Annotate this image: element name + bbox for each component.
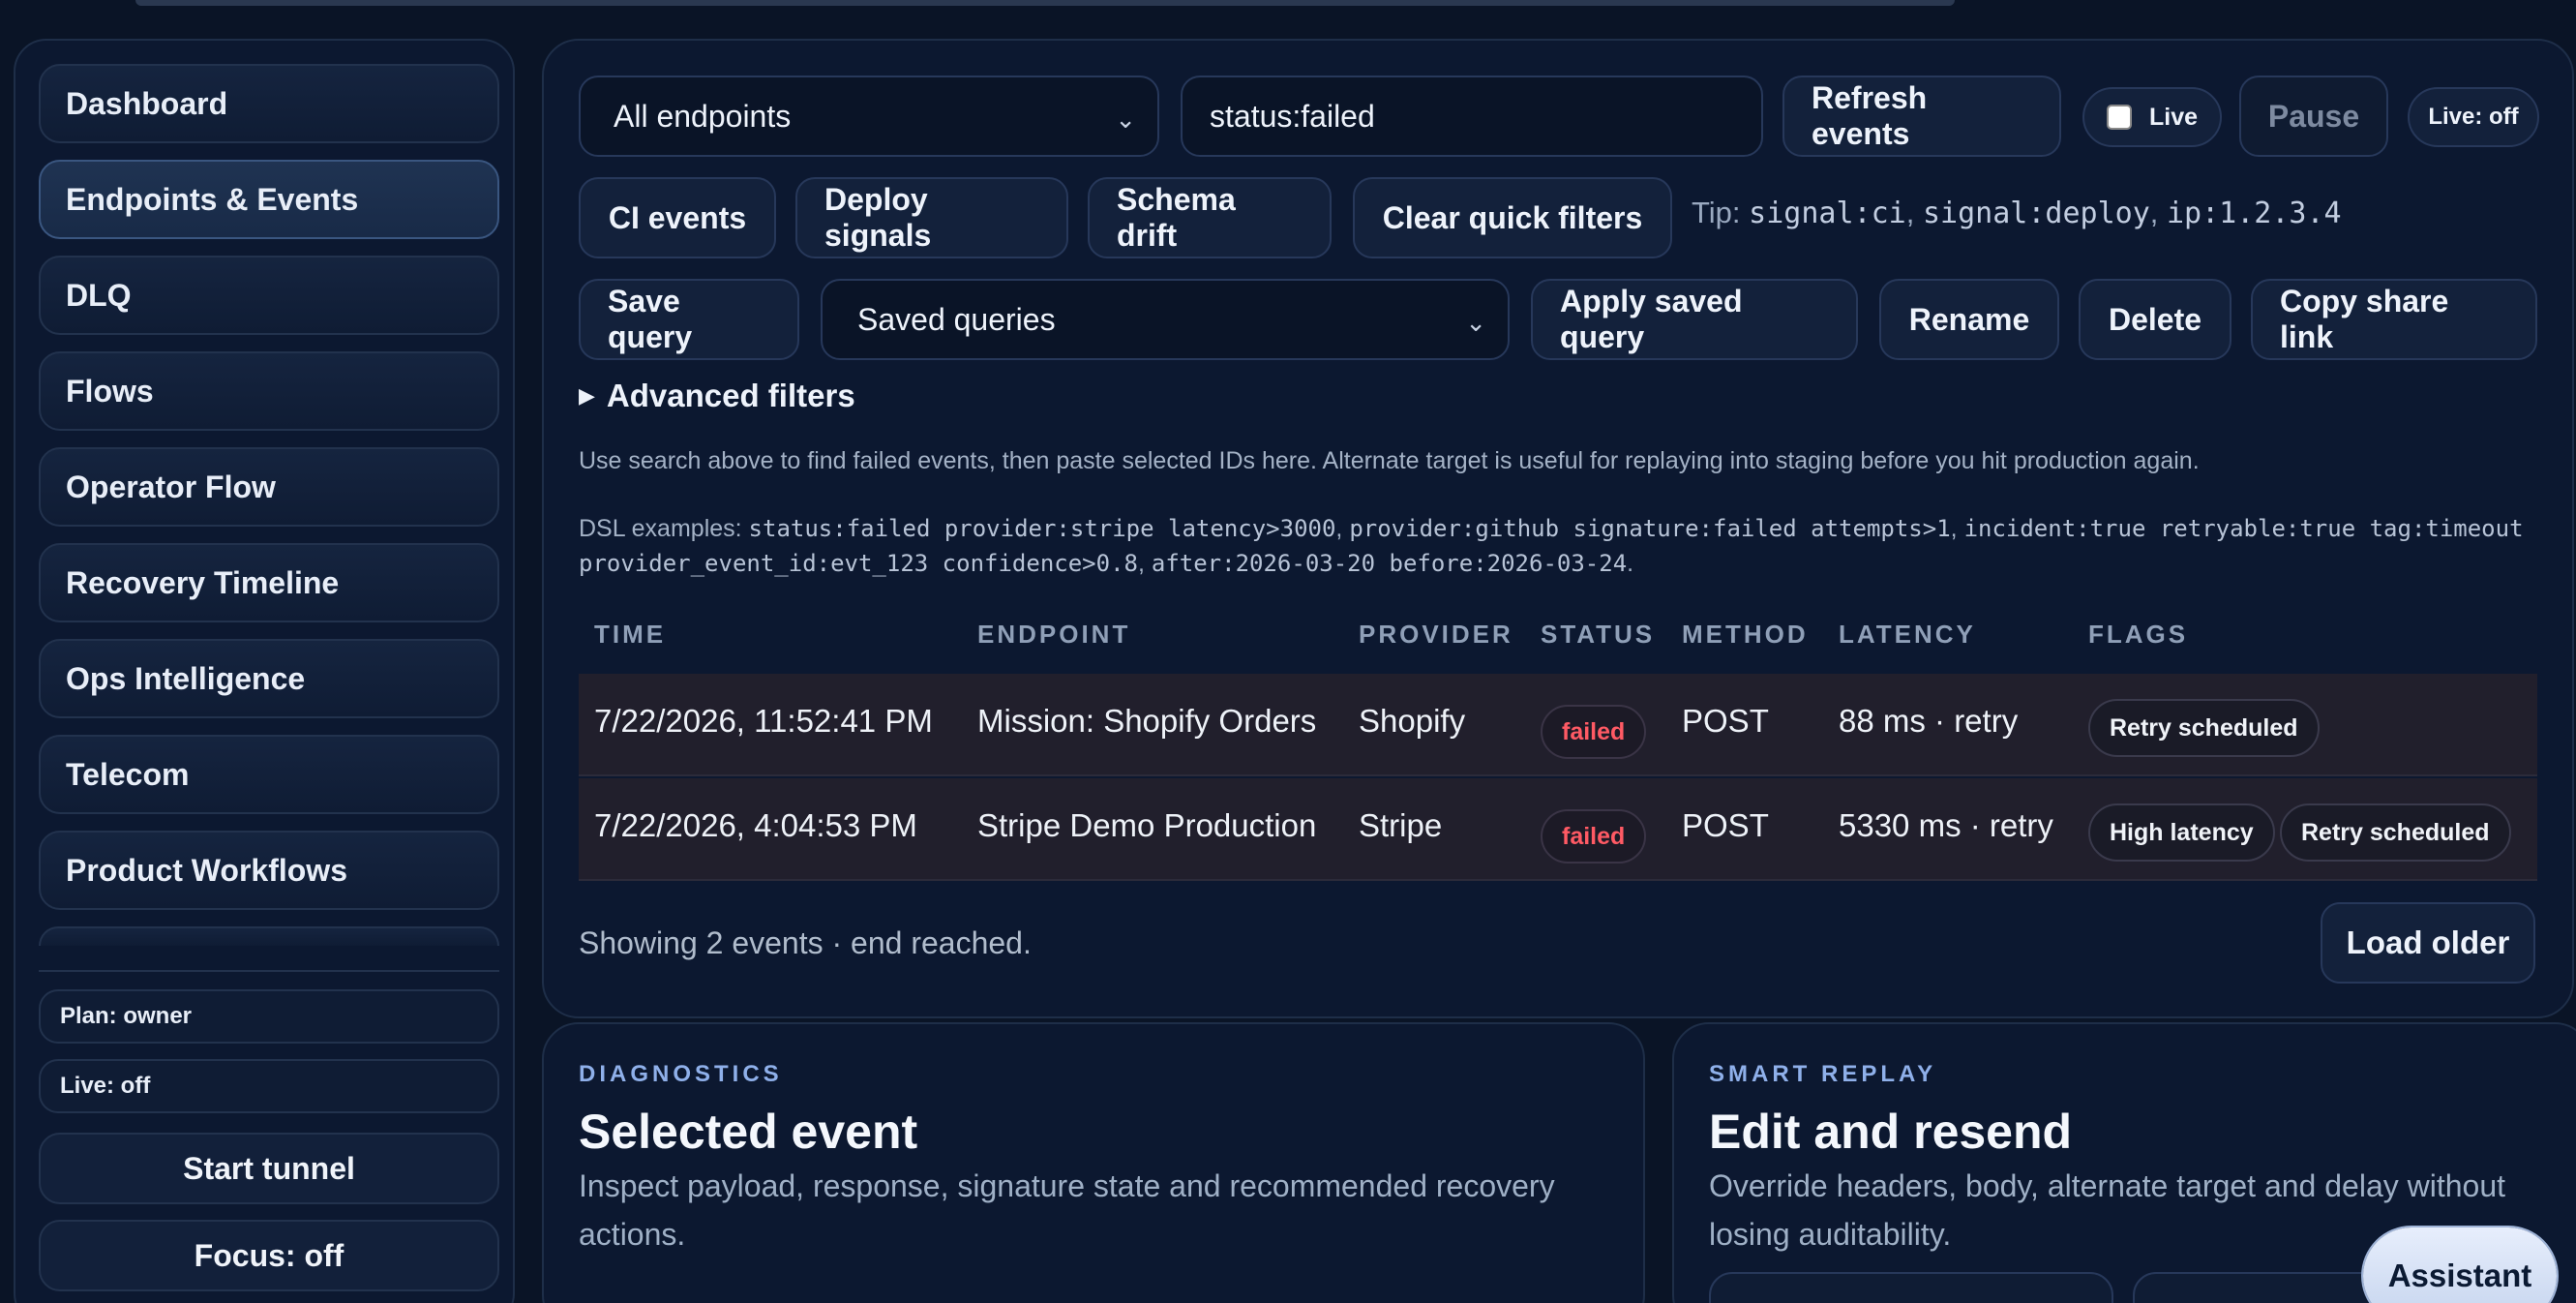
saved-queries-select[interactable]: Saved queries ⌄ bbox=[821, 279, 1510, 360]
sidebar-item-flows[interactable]: Flows bbox=[39, 351, 499, 431]
start-tunnel-button[interactable]: Start tunnel bbox=[39, 1133, 499, 1204]
clear-quick-filters-button[interactable]: Clear quick filters bbox=[1353, 177, 1672, 258]
flag-badge: Retry scheduled bbox=[2280, 803, 2511, 862]
dsl-example-2: provider:github signature:failed attempt… bbox=[1349, 515, 1951, 542]
sidebar-item-product-workflows[interactable]: Product Workflows bbox=[39, 831, 499, 910]
events-count-text: Showing 2 events · end reached. bbox=[579, 925, 1032, 960]
smart-replay-eyebrow: SMART REPLAY bbox=[1709, 1061, 1937, 1087]
endpoint-select[interactable]: All endpoints ⌄ bbox=[579, 76, 1159, 157]
rename-button[interactable]: Rename bbox=[1879, 279, 2059, 360]
column-header-method[interactable]: METHOD bbox=[1682, 620, 1809, 650]
tip-code-deploy: signal:deploy bbox=[1922, 197, 2150, 230]
top-bar-edge bbox=[135, 0, 1955, 6]
live-toggle[interactable]: Live bbox=[2082, 87, 2222, 147]
dsl-examples: DSL examples: status:failed provider:str… bbox=[579, 515, 2524, 577]
cell-method: POST bbox=[1682, 703, 1769, 739]
dsl-prefix: DSL examples: bbox=[579, 515, 742, 542]
status-badge: failed bbox=[1541, 809, 1647, 864]
column-header-endpoint[interactable]: ENDPOINT bbox=[977, 620, 1130, 650]
delete-button[interactable]: Delete bbox=[2079, 279, 2232, 360]
focus-toggle-button[interactable]: Focus: off bbox=[39, 1220, 499, 1291]
status-badge: failed bbox=[1541, 705, 1647, 759]
live-status-badge: Live: off bbox=[39, 1059, 499, 1113]
apply-saved-query-button[interactable]: Apply saved query bbox=[1531, 279, 1858, 360]
search-input[interactable]: status:failed bbox=[1181, 76, 1763, 157]
live-off-badge: Live: off bbox=[2408, 87, 2539, 147]
pause-button[interactable]: Pause bbox=[2239, 76, 2388, 157]
chevron-down-icon: ⌄ bbox=[1115, 105, 1136, 134]
search-input-value: status:failed bbox=[1210, 98, 1375, 134]
cell-method: POST bbox=[1682, 807, 1769, 843]
flag-badge: High latency bbox=[2088, 803, 2275, 862]
plan-badge: Plan: owner bbox=[39, 989, 499, 1044]
table-row[interactable]: 7/22/2026, 11:52:41 PM Mission: Shopify … bbox=[579, 674, 2537, 776]
load-older-button[interactable]: Load older bbox=[2321, 902, 2535, 984]
tip-text: Tip: signal:ci, signal:deploy, ip:1.2.3.… bbox=[1692, 196, 2342, 230]
cell-provider: Shopify bbox=[1359, 703, 1466, 739]
sidebar-item-ops-intelligence[interactable]: Ops Intelligence bbox=[39, 639, 499, 718]
dsl-example-3: incident:true retryable:true tag:timeout bbox=[1963, 515, 2524, 542]
live-checkbox[interactable] bbox=[2106, 105, 2132, 130]
column-header-time[interactable]: TIME bbox=[594, 620, 666, 650]
cell-endpoint: Stripe Demo Production bbox=[977, 807, 1317, 843]
disclosure-triangle-icon: ▶ bbox=[579, 383, 595, 408]
advanced-filters-label: Advanced filters bbox=[606, 378, 855, 413]
tip-code-ci: signal:ci bbox=[1749, 197, 1906, 230]
cell-provider: Stripe bbox=[1359, 807, 1443, 843]
dsl-example-1: status:failed provider:stripe latency>30… bbox=[748, 515, 1336, 542]
diagnostics-title: Selected event bbox=[579, 1105, 918, 1159]
cell-time: 7/22/2026, 11:52:41 PM bbox=[594, 703, 933, 739]
replay-target-input[interactable] bbox=[1709, 1272, 2113, 1303]
save-query-button[interactable]: Save query bbox=[579, 279, 799, 360]
saved-queries-value: Saved queries bbox=[857, 301, 1056, 337]
refresh-events-button[interactable]: Refresh events bbox=[1782, 76, 2061, 157]
smart-replay-title: Edit and resend bbox=[1709, 1105, 2073, 1159]
sidebar-item-telecom[interactable]: Telecom bbox=[39, 735, 499, 814]
cell-time: 7/22/2026, 4:04:53 PM bbox=[594, 807, 917, 843]
assistant-button[interactable]: Assistant bbox=[2363, 1227, 2557, 1303]
endpoint-select-value: All endpoints bbox=[614, 98, 792, 134]
events-table-header: TIME ENDPOINT PROVIDER STATUS METHOD LAT… bbox=[579, 620, 2537, 654]
sidebar-item-partial[interactable] bbox=[39, 926, 499, 946]
sidebar-item-recovery-timeline[interactable]: Recovery Timeline bbox=[39, 543, 499, 622]
chevron-down-icon: ⌄ bbox=[1465, 308, 1486, 337]
tip-prefix: Tip: bbox=[1692, 196, 1741, 229]
advanced-filters-toggle[interactable]: ▶ Advanced filters bbox=[579, 378, 855, 414]
cell-latency: 88 ms · retry bbox=[1839, 703, 2019, 739]
column-header-flags[interactable]: FLAGS bbox=[2088, 620, 2188, 650]
schema-drift-button[interactable]: Schema drift bbox=[1088, 177, 1332, 258]
diagnostics-description: Inspect payload, response, signature sta… bbox=[579, 1168, 1555, 1252]
dsl-example-4: provider_event_id:evt_123 confidence>0.8 bbox=[579, 550, 1138, 577]
cell-latency: 5330 ms · retry bbox=[1839, 807, 2053, 843]
deploy-signals-button[interactable]: Deploy signals bbox=[795, 177, 1068, 258]
cell-endpoint: Mission: Shopify Orders bbox=[977, 703, 1317, 739]
sidebar: Dashboard Endpoints & Events DLQ Flows O… bbox=[14, 39, 515, 1303]
sidebar-item-operator-flow[interactable]: Operator Flow bbox=[39, 447, 499, 527]
flag-badge: Retry scheduled bbox=[2088, 699, 2320, 757]
ci-events-button[interactable]: CI events bbox=[579, 177, 776, 258]
dsl-example-5: after:2026-03-20 before:2026-03-24 bbox=[1151, 550, 1628, 577]
tip-code-ip: ip:1.2.3.4 bbox=[2167, 197, 2342, 230]
sidebar-divider bbox=[39, 970, 499, 972]
diagnostics-eyebrow: DIAGNOSTICS bbox=[579, 1061, 783, 1087]
live-checkbox-label: Live bbox=[2148, 103, 2199, 131]
column-header-provider[interactable]: PROVIDER bbox=[1359, 620, 1513, 650]
column-header-latency[interactable]: LATENCY bbox=[1839, 620, 1976, 650]
sidebar-item-dlq[interactable]: DLQ bbox=[39, 256, 499, 335]
sidebar-item-endpoints-events[interactable]: Endpoints & Events bbox=[39, 160, 499, 239]
advanced-help-text: Use search above to find failed events, … bbox=[579, 447, 2200, 474]
diagnostics-card: DIAGNOSTICS Selected event Inspect paylo… bbox=[542, 1022, 1645, 1303]
column-header-status[interactable]: STATUS bbox=[1541, 620, 1655, 650]
table-row[interactable]: 7/22/2026, 4:04:53 PM Stripe Demo Produc… bbox=[579, 778, 2537, 881]
sidebar-item-dashboard[interactable]: Dashboard bbox=[39, 64, 499, 143]
copy-share-link-button[interactable]: Copy share link bbox=[2251, 279, 2537, 360]
